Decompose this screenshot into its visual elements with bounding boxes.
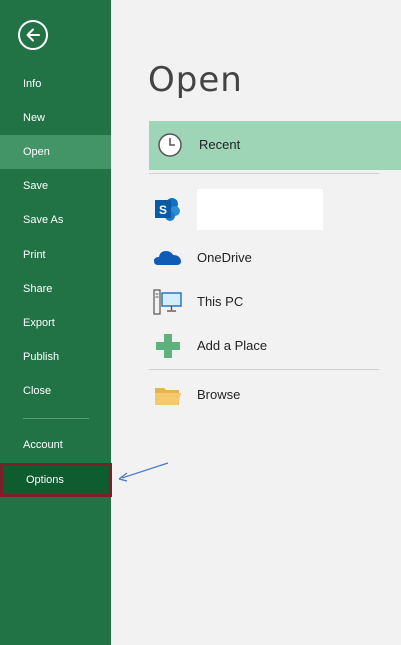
nav-close[interactable]: Close [0, 374, 111, 408]
sharepoint-name-redacted [197, 189, 323, 230]
page-title: Open [148, 60, 243, 100]
computer-icon [153, 289, 182, 315]
annotation-arrow-icon [118, 462, 169, 482]
nav-publish[interactable]: Publish [0, 340, 111, 374]
recent-item[interactable]: Recent [149, 121, 401, 170]
sidebar-divider [23, 418, 89, 419]
plus-icon [156, 334, 180, 358]
recent-label: Recent [199, 137, 241, 152]
place-onedrive[interactable]: OneDrive [149, 241, 389, 275]
back-button[interactable] [18, 20, 48, 50]
nav-info[interactable]: Info [0, 67, 111, 101]
folder-icon [155, 388, 181, 405]
places-divider-bottom [149, 369, 379, 370]
back-arrow-icon [26, 28, 40, 42]
nav-open[interactable]: Open [0, 135, 111, 169]
places-divider-top [149, 173, 379, 174]
nav-export[interactable]: Export [0, 306, 111, 340]
nav-save-as[interactable]: Save As [0, 203, 111, 237]
nav-options[interactable]: Options [0, 463, 112, 497]
nav-share[interactable]: Share [0, 272, 111, 306]
open-panel: Open Recent S OneDrive This PC Add a Pla… [111, 0, 401, 645]
backstage-sidebar: Info New Open Save Save As Print Share E… [0, 0, 112, 645]
place-browse-label: Browse [197, 387, 241, 402]
sharepoint-icon: S [155, 198, 180, 221]
nav-print[interactable]: Print [0, 238, 111, 272]
clock-icon [158, 133, 182, 157]
place-add-a-place[interactable]: Add a Place [149, 329, 389, 363]
svg-text:S: S [159, 203, 167, 217]
place-this-pc[interactable]: This PC [149, 285, 389, 319]
place-onedrive-label: OneDrive [197, 250, 252, 265]
place-browse[interactable]: Browse [149, 378, 389, 412]
place-add-a-place-label: Add a Place [197, 338, 268, 353]
place-this-pc-label: This PC [197, 294, 244, 309]
onedrive-icon [154, 251, 181, 265]
nav-save[interactable]: Save [0, 169, 111, 203]
nav-new[interactable]: New [0, 101, 111, 135]
nav-account[interactable]: Account [0, 428, 111, 462]
